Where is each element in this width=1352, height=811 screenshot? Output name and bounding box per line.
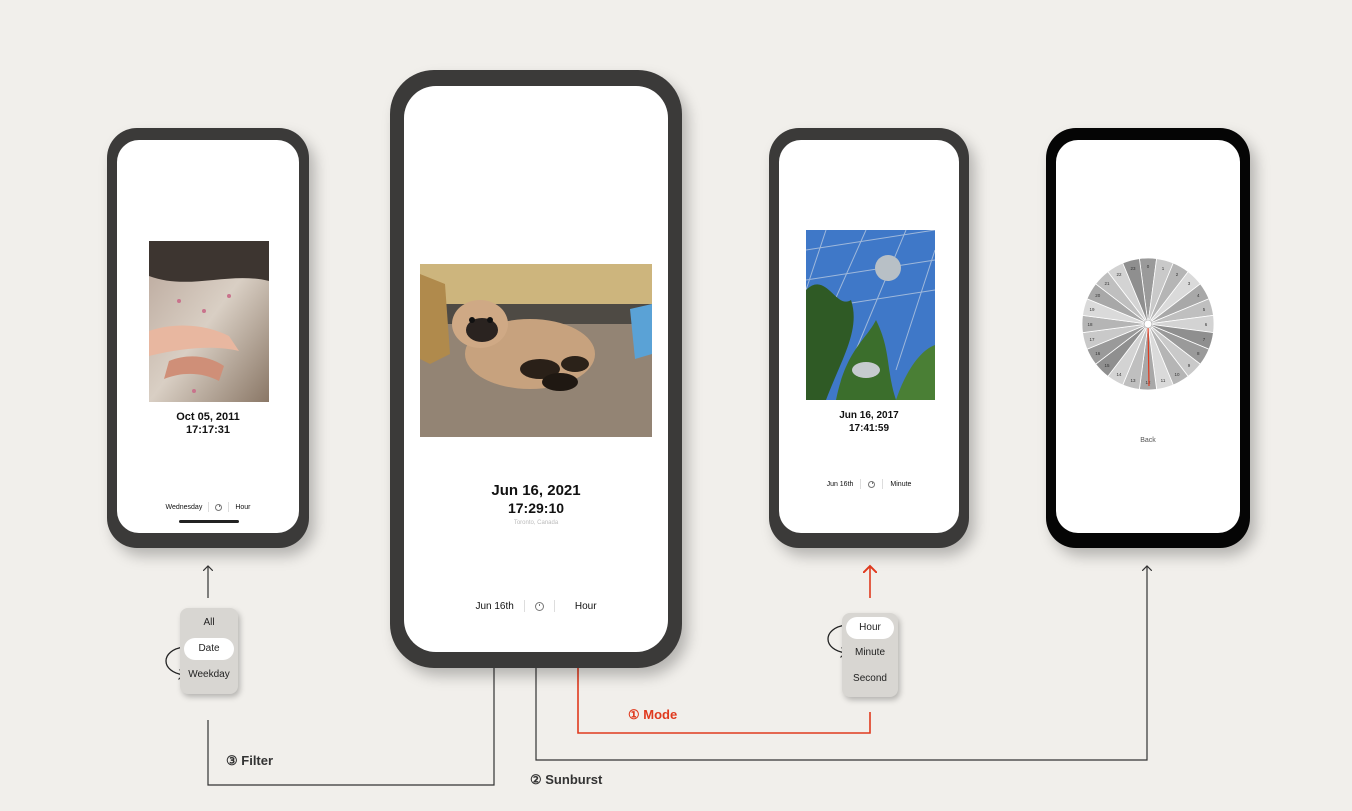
phone-center: Jun 16, 2021 17:29:10 Toronto, Canada Ju… <box>390 70 682 668</box>
sunburst-hour-label: 21 <box>1104 281 1110 286</box>
phone-sunburst: 0 1 2 3 4 5 6 7 8 9 10 11 12 13 14 15 16 17 18 19 20 21 22 23 B… <box>1046 128 1250 548</box>
phone-right-screen: Jun 16, 2017 17:41:59 Jun 16th Minute <box>779 140 959 533</box>
date-text: Jun 16, 2017 <box>839 410 899 421</box>
filter-menu: All Date Weekday <box>180 608 238 694</box>
sunburst-hour-label: 12 <box>1145 380 1151 385</box>
divider <box>553 600 555 612</box>
sunburst-hour-label: 14 <box>1116 372 1122 377</box>
location-text: Toronto, Canada <box>513 520 559 526</box>
mode-value[interactable]: Hour <box>575 601 597 612</box>
photo-pug-with-puppies <box>420 264 652 437</box>
sunburst-hour-label: 20 <box>1095 293 1101 298</box>
photo-hands-on-blanket <box>149 241 269 402</box>
divider <box>860 479 862 489</box>
back-button[interactable]: Back <box>1056 437 1240 444</box>
filter-option-weekday[interactable]: Weekday <box>184 664 234 686</box>
sunburst-chart[interactable]: 0 1234567891011121314151617181920212223 <box>1080 256 1216 392</box>
home-indicator <box>179 520 239 523</box>
filter-value[interactable]: Wednesday <box>165 504 202 511</box>
date-text: Oct 05, 2011 <box>176 411 240 423</box>
mode-label: ① Mode <box>628 707 678 722</box>
sunburst-hour-label: 10 <box>1174 372 1180 377</box>
divider <box>208 502 210 512</box>
divider <box>882 479 884 489</box>
mode-value[interactable]: Minute <box>890 481 911 488</box>
sunburst-hour-label: 22 <box>1116 272 1122 277</box>
filter-label: ③ Filter <box>226 753 274 768</box>
clock-icon[interactable] <box>868 480 876 488</box>
divider <box>523 600 525 612</box>
sunburst-hour-label: 18 <box>1087 322 1093 327</box>
sunburst-hour-label: 17 <box>1089 337 1095 342</box>
clock-icon[interactable] <box>534 601 544 611</box>
phone-left-control-bar: Wednesday Hour <box>117 500 299 514</box>
mode-value[interactable]: Hour <box>235 504 250 511</box>
mode-option-hour[interactable]: Hour <box>846 617 894 639</box>
sunburst-hour-label: 13 <box>1130 378 1136 383</box>
phone-right-control-bar: Jun 16th Minute <box>779 477 959 491</box>
sunburst-label: ② Sunburst <box>530 772 603 787</box>
filter-option-date[interactable]: Date <box>184 638 234 660</box>
phone-sunburst-screen: 0 1 2 3 4 5 6 7 8 9 10 11 12 13 14 15 16 17 18 19 20 21 22 23 B… <box>1056 140 1240 533</box>
sunburst-center <box>1143 319 1153 329</box>
time-text: 17:17:31 <box>185 424 231 436</box>
clock-icon[interactable] <box>215 503 223 511</box>
date-text: Jun 16, 2021 <box>491 482 581 499</box>
phone-left: Oct 05, 2011 17:17:31 Wednesday Hour <box>107 128 309 548</box>
phone-center-screen: Jun 16, 2021 17:29:10 Toronto, Canada Ju… <box>404 86 668 652</box>
phone-left-screen: Oct 05, 2011 17:17:31 Wednesday Hour <box>117 140 299 533</box>
mode-menu: Hour Minute Second <box>842 613 898 697</box>
filter-value[interactable]: Jun 16th <box>475 601 513 612</box>
divider <box>228 502 230 512</box>
time-text: 17:41:59 <box>848 423 890 434</box>
sunburst-hour-label: 15 <box>1104 363 1110 368</box>
sunburst-hour-label: 19 <box>1089 307 1095 312</box>
mode-option-minute[interactable]: Minute <box>846 642 894 664</box>
sunburst-hour-label: 23 <box>1130 266 1136 271</box>
photo-greenhouse-dome <box>806 230 935 400</box>
mode-option-second[interactable]: Second <box>846 668 894 690</box>
sunburst-hour-label: 16 <box>1095 351 1101 356</box>
sunburst-hour-label: 11 <box>1161 378 1166 383</box>
filter-option-all[interactable]: All <box>184 612 234 634</box>
phone-right: Jun 16, 2017 17:41:59 Jun 16th Minute <box>769 128 969 548</box>
time-text: 17:29:10 <box>507 500 565 516</box>
filter-value[interactable]: Jun 16th <box>827 481 854 488</box>
phone-center-control-bar: Jun 16th Hour <box>404 598 668 614</box>
